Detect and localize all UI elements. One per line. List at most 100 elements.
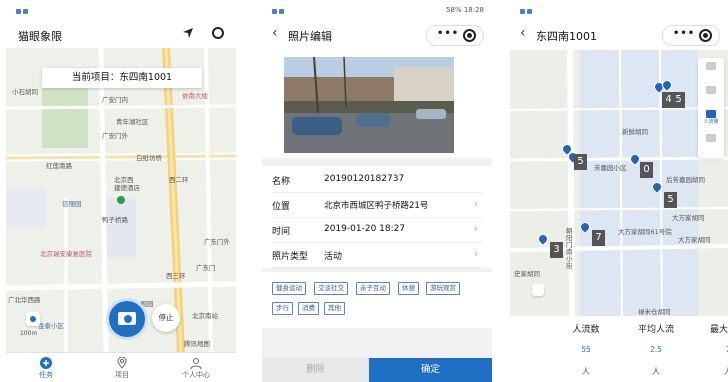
- target-icon[interactable]: [212, 27, 224, 39]
- tag-other[interactable]: 其他: [324, 302, 345, 315]
- tag-walking[interactable]: 步行: [272, 302, 293, 315]
- tab-label: 个人中心: [182, 371, 210, 379]
- phone-screen-project-map: ‹ 东四南1001 ••• 新鲜胡同 芳嘉园小区 后芳嘉园胡同 大方家胡同 大方…: [510, 0, 728, 382]
- map-label: 大方家胡同: [672, 214, 705, 222]
- status-bar: [6, 0, 236, 22]
- status-bar: 58% 18:28: [262, 0, 492, 22]
- page-title: 照片编辑: [288, 30, 332, 43]
- tab-bar: 任务 项目 个人中心: [6, 352, 236, 382]
- cluster-count[interactable]: 5: [574, 154, 587, 170]
- action-bar: 删除 确定: [262, 358, 492, 382]
- tag-shopping[interactable]: 消费: [298, 302, 319, 315]
- cluster-count[interactable]: 0: [640, 162, 653, 178]
- map-label: 芳嘉园小区: [594, 164, 627, 172]
- cluster-count[interactable]: 5: [672, 92, 685, 108]
- confirm-button[interactable]: 确定: [369, 358, 492, 382]
- map-scale: 100m: [20, 330, 38, 337]
- map-label: 鸭子桥路: [102, 216, 128, 224]
- map-label: 朝阳门南小街: [566, 227, 573, 270]
- tab-project[interactable]: 项目: [92, 357, 152, 380]
- nav-bar: 猫眼象限: [6, 22, 236, 48]
- camera-button[interactable]: [106, 298, 148, 340]
- tab-profile[interactable]: 个人中心: [166, 357, 226, 380]
- phone-screen-map: 猫眼象限 小石胡同 广安门内 青年湖社区 广安门外 红莲南路 白纸坊桥 北京西 …: [6, 0, 236, 382]
- map-label: 青年湖社区: [116, 118, 149, 126]
- field-time[interactable]: 时间 2019-01-20 18:27 ›: [272, 218, 482, 243]
- tag-sightseeing[interactable]: 游玩观赏: [426, 282, 460, 295]
- person-icon: [190, 358, 202, 369]
- delete-button[interactable]: 删除: [262, 358, 369, 382]
- field-location[interactable]: 位置 北京市西城区鸭子桥路21号 ›: [272, 193, 482, 218]
- street-photo: [284, 57, 454, 153]
- layer-item[interactable]: [698, 134, 724, 142]
- close-target-icon[interactable]: [463, 29, 476, 42]
- plus-circle-icon: [40, 357, 52, 369]
- tag-rest[interactable]: 休憩: [398, 282, 419, 295]
- map-label: 大方家胡同61号院: [618, 228, 672, 236]
- map-label: 大方家胡同: [678, 236, 711, 244]
- app-title: 猫眼象限: [18, 30, 62, 43]
- map-label: 禄米仓胡同: [638, 308, 671, 316]
- chevron-right-icon: ›: [473, 247, 478, 260]
- tab-label: 项目: [115, 371, 129, 379]
- layer-item[interactable]: [698, 62, 724, 70]
- map-label: 依南大楼: [182, 92, 208, 100]
- phone-screen-photo-edit: 58% 18:28 ‹ 照片编辑 ••• 名称 20190120182737 位…: [262, 0, 492, 382]
- map-label: 广安门外: [102, 132, 128, 140]
- chevron-right-icon: ›: [473, 197, 478, 210]
- status-bar: [510, 0, 728, 22]
- cluster-count[interactable]: 5: [664, 192, 677, 208]
- layer-item[interactable]: [698, 86, 724, 94]
- locate-me-button[interactable]: [26, 312, 40, 326]
- navigation-arrow-icon[interactable]: [182, 27, 194, 39]
- current-project-banner: 当前项目：东四南1001: [42, 68, 202, 88]
- map-label: 后芳嘉园胡同: [666, 176, 705, 184]
- map-label: 金泰小区: [38, 322, 64, 330]
- map-label: 广北华西路: [8, 296, 41, 304]
- map-label: 广东门外: [204, 238, 230, 246]
- map-label: 新鲜胡同: [622, 128, 648, 136]
- map-label: 史家胡同: [514, 270, 540, 278]
- locate-me-button[interactable]: [532, 284, 544, 296]
- status-text: 58% 18:28: [446, 6, 484, 14]
- layer-side-panel: 人流量: [698, 58, 724, 158]
- stop-button[interactable]: 停止: [152, 304, 180, 332]
- map-view[interactable]: 新鲜胡同 芳嘉园小区 后芳嘉园胡同 大方家胡同 大方家胡同61号院 大方家胡同 …: [510, 50, 728, 316]
- more-icon[interactable]: •••: [437, 28, 459, 39]
- map-label: 广安门内: [102, 96, 128, 104]
- map-label: 广东门: [196, 264, 216, 272]
- map-label: 北京南站: [192, 312, 218, 320]
- stats-panel: 人流数 55 人 平均人流 2.5 人 最大人流 7 人: [510, 318, 728, 382]
- tag-fitness[interactable]: 健身运动: [272, 282, 306, 295]
- field-photo-type[interactable]: 照片类型 活动 ›: [272, 243, 482, 268]
- mini-program-capsule[interactable]: •••: [426, 25, 484, 46]
- map-label: 白纸坊桥: [136, 154, 162, 162]
- map-label: 北京瑞安康复医院: [40, 250, 92, 258]
- chevron-right-icon: ›: [473, 222, 478, 235]
- layer-item-people-flow[interactable]: 人流量: [698, 110, 724, 125]
- tab-label: 任务: [39, 371, 53, 379]
- map-label: 西三环: [166, 272, 186, 280]
- cluster-count[interactable]: 3: [550, 242, 563, 258]
- page-title: 东四南1001: [536, 30, 597, 43]
- map-label: 红莲南路: [46, 162, 72, 170]
- cluster-count[interactable]: 7: [592, 230, 605, 246]
- map-label: 西二环: [169, 176, 189, 184]
- back-arrow-icon[interactable]: ‹: [272, 25, 278, 41]
- tab-task[interactable]: 任务: [16, 357, 76, 380]
- tag-parent-child[interactable]: 亲子互动: [356, 282, 390, 295]
- map-label: 小石胡同: [12, 88, 38, 96]
- field-name: 名称 20190120182737: [272, 168, 482, 193]
- map-label: 建德酒店: [114, 184, 140, 192]
- nav-bar: ‹ 照片编辑 •••: [262, 22, 492, 48]
- more-icon[interactable]: •••: [673, 28, 695, 39]
- tag-social[interactable]: 交谈社交: [314, 282, 348, 295]
- map-attribution: 腾讯地图: [184, 340, 210, 348]
- location-pin-icon: [117, 357, 127, 369]
- map-label: 信丽园: [62, 200, 82, 208]
- close-target-icon[interactable]: [699, 29, 712, 42]
- back-arrow-icon[interactable]: ‹: [520, 25, 526, 41]
- mini-program-capsule[interactable]: •••: [662, 25, 720, 46]
- nav-bar: ‹ 东四南1001 •••: [510, 22, 728, 48]
- people-icon: [706, 110, 716, 118]
